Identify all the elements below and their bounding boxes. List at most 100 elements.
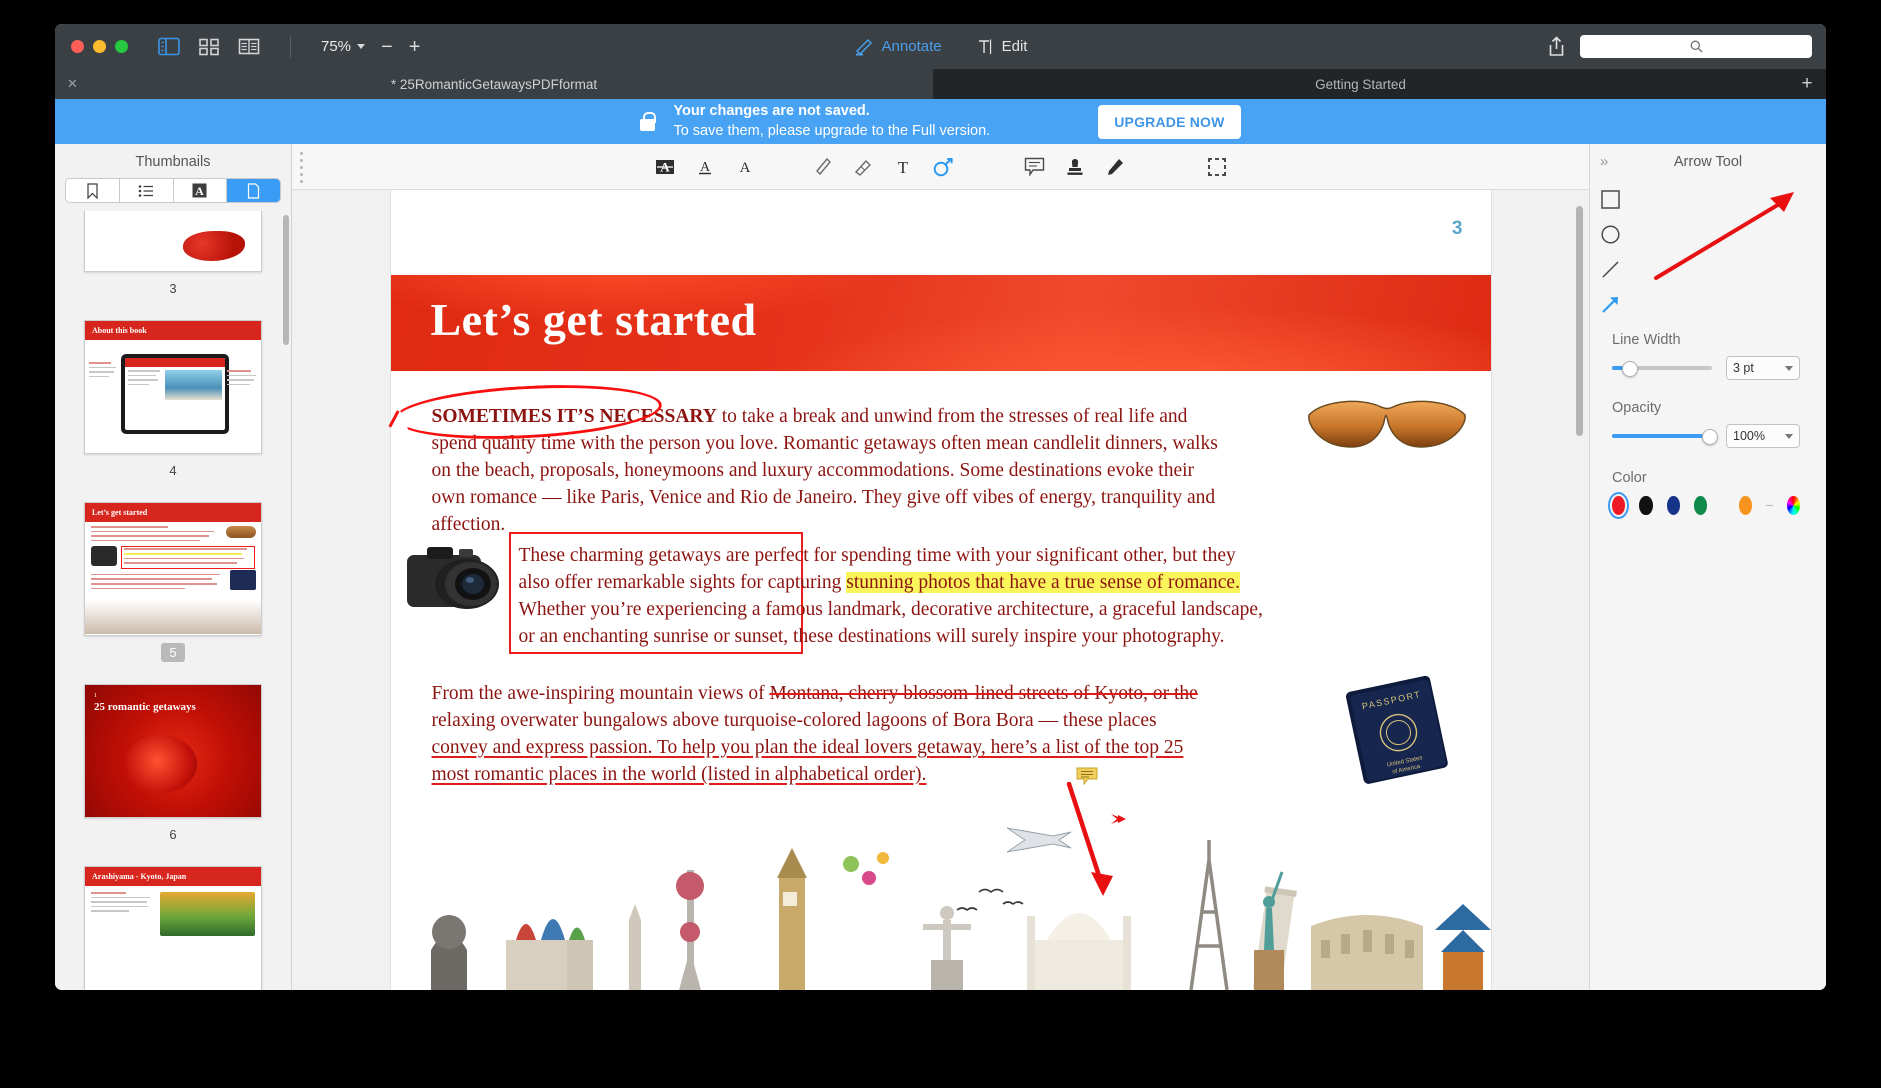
tab-bar: ✕ * 25RomanticGetawaysPDFformat Getting … xyxy=(55,69,1826,99)
thumbnail-title: About this book xyxy=(85,321,261,340)
line-width-stepper[interactable]: 3 pt xyxy=(1726,356,1800,380)
maximize-window-button[interactable] xyxy=(115,40,128,53)
color-blue-swatch[interactable] xyxy=(1667,496,1680,515)
search-input[interactable] xyxy=(1580,35,1812,58)
shapes-tool-button[interactable] xyxy=(923,150,963,184)
zoom-level-dropdown[interactable]: 75% xyxy=(321,38,365,55)
text-tool-button[interactable]: T xyxy=(883,150,923,184)
highlight-tool-button[interactable]: A xyxy=(645,150,685,184)
minimize-window-button[interactable] xyxy=(93,40,106,53)
line-icon[interactable] xyxy=(1601,260,1620,279)
toolbar-drag-handle[interactable] xyxy=(300,152,303,180)
strikethrough-icon: A xyxy=(735,158,755,176)
tab-close-icon[interactable]: ✕ xyxy=(67,76,78,92)
sidebar-title: Thumbnails xyxy=(55,144,291,178)
paragraph-3-part-a: From the awe-inspiring mountain views of xyxy=(432,683,770,704)
thumbnail-page-3[interactable] xyxy=(84,211,262,272)
tab-25romanticgetaways[interactable]: ✕ * 25RomanticGetawaysPDFformat xyxy=(55,69,933,99)
snapshot-tool-button[interactable] xyxy=(1197,150,1237,184)
document-scrollbar[interactable] xyxy=(1576,206,1583,436)
color-green-swatch[interactable] xyxy=(1694,496,1707,515)
color-black-swatch[interactable] xyxy=(1639,496,1652,515)
thumbnail-page-4[interactable]: About this book xyxy=(84,320,262,454)
close-window-button[interactable] xyxy=(71,40,84,53)
line-width-label: Line Width xyxy=(1612,332,1800,348)
facing-pages-icon[interactable] xyxy=(238,37,260,56)
swatch-divider xyxy=(1766,505,1772,507)
opacity-stepper[interactable]: 100% xyxy=(1726,424,1800,448)
sidebar-scrollbar[interactable] xyxy=(283,215,289,345)
underline-annotation[interactable]: convey and express passion. To help you … xyxy=(432,737,1184,785)
line-width-slider[interactable] xyxy=(1612,360,1712,376)
toolbar-divider xyxy=(290,36,291,58)
pen-icon xyxy=(854,38,874,56)
list-item[interactable]: About this book xyxy=(55,320,291,480)
document-canvas[interactable]: 3 Let’s get started xyxy=(292,190,1589,990)
square-icon[interactable] xyxy=(1601,190,1620,209)
pencil-tool-button[interactable] xyxy=(803,150,843,184)
thumbnail-page-number: 3 xyxy=(161,279,184,298)
eraser-tool-button[interactable] xyxy=(843,150,883,184)
opacity-slider[interactable] xyxy=(1612,428,1712,444)
color-wheel-swatch[interactable] xyxy=(1787,496,1800,515)
list-item[interactable]: Let’s get started xyxy=(55,502,291,662)
zoom-out-button[interactable]: − xyxy=(381,37,393,57)
thumbnails-sidebar: Thumbnails A xyxy=(55,144,292,990)
text-highlight-annotation[interactable]: stunning photos that have a true sense o… xyxy=(846,572,1240,593)
list-icon xyxy=(138,184,154,198)
grid-view-icon[interactable] xyxy=(198,37,220,56)
edit-mode-button[interactable]: Edit xyxy=(976,38,1028,56)
strikethrough-annotation[interactable]: Montana, cherry blossom-lined streets of… xyxy=(769,683,1197,704)
page-icon xyxy=(247,183,260,199)
svg-text:T: T xyxy=(897,158,908,176)
list-item[interactable]: 3 xyxy=(55,211,291,298)
sidebar-item-pages[interactable] xyxy=(227,179,280,202)
sidebar-toggle-icon[interactable] xyxy=(158,37,180,56)
annotate-mode-button[interactable]: Annotate xyxy=(854,38,942,56)
strikethrough-tool-button[interactable]: A xyxy=(725,150,765,184)
list-item[interactable]: Arashiyama - Kyoto, Japan 7 xyxy=(55,866,291,990)
banner-headline: Your changes are not saved. xyxy=(673,102,990,122)
thumbnail-page-5[interactable]: Let’s get started xyxy=(84,502,262,636)
underline-tool-button[interactable]: A xyxy=(685,150,725,184)
shapes-icon xyxy=(932,157,954,177)
arrow-head-annotation[interactable] xyxy=(1109,811,1129,827)
stamp-tool-button[interactable] xyxy=(1055,150,1095,184)
page-hero-banner: Let’s get started xyxy=(391,275,1491,371)
color-swatch-list xyxy=(1612,496,1800,515)
thumbnail-page-number: 5 xyxy=(161,643,184,662)
annotation-toolbar: A A A xyxy=(292,144,1589,190)
signature-tool-button[interactable] xyxy=(1095,150,1135,184)
arrow-preview-icon xyxy=(1630,182,1826,292)
upgrade-now-button[interactable]: UPGRADE NOW xyxy=(1098,105,1240,139)
share-icon[interactable] xyxy=(1547,36,1566,57)
sidebar-item-annotations[interactable]: A xyxy=(174,179,228,202)
paragraph-3-part-b: relaxing overwater bungalows above turqu… xyxy=(432,710,1157,731)
thumbnail-list[interactable]: 3 About this book xyxy=(55,211,291,990)
circle-icon[interactable] xyxy=(1601,225,1620,244)
sidebar-item-outline[interactable] xyxy=(120,179,174,202)
collapse-panel-button[interactable]: » xyxy=(1600,153,1608,170)
note-tool-button[interactable] xyxy=(1015,150,1055,184)
thumbnail-page-6[interactable]: 1 25 romantic getaways xyxy=(84,684,262,818)
tab-getting-started[interactable]: Getting Started xyxy=(933,69,1788,99)
arrow-annotation[interactable] xyxy=(1061,782,1131,902)
new-tab-button[interactable]: + xyxy=(1788,69,1826,99)
color-orange-swatch[interactable] xyxy=(1739,496,1752,515)
thumbnail-page-7[interactable]: Arashiyama - Kyoto, Japan xyxy=(84,866,262,990)
thumbnail-title: 25 romantic getaways xyxy=(94,701,196,713)
sidebar-item-bookmarks[interactable] xyxy=(66,179,120,202)
zoom-in-button[interactable]: + xyxy=(409,37,421,57)
sidebar-tab-group: A xyxy=(65,178,281,203)
arrow-icon[interactable] xyxy=(1601,295,1620,314)
window-controls[interactable] xyxy=(71,40,128,53)
paragraph-2-part-b: Whether you’re experiencing a famous lan… xyxy=(519,599,1263,647)
note-icon xyxy=(1024,157,1045,176)
color-red-swatch[interactable] xyxy=(1612,496,1625,515)
shape-tool-list xyxy=(1590,182,1630,314)
list-item[interactable]: 1 25 romantic getaways 6 xyxy=(55,684,291,844)
paragraph-2: These charming getaways are perfect for … xyxy=(519,542,1269,650)
pdf-page[interactable]: 3 Let’s get started xyxy=(391,190,1491,990)
annotate-label: Annotate xyxy=(882,38,942,55)
underline-icon: A xyxy=(695,158,715,176)
